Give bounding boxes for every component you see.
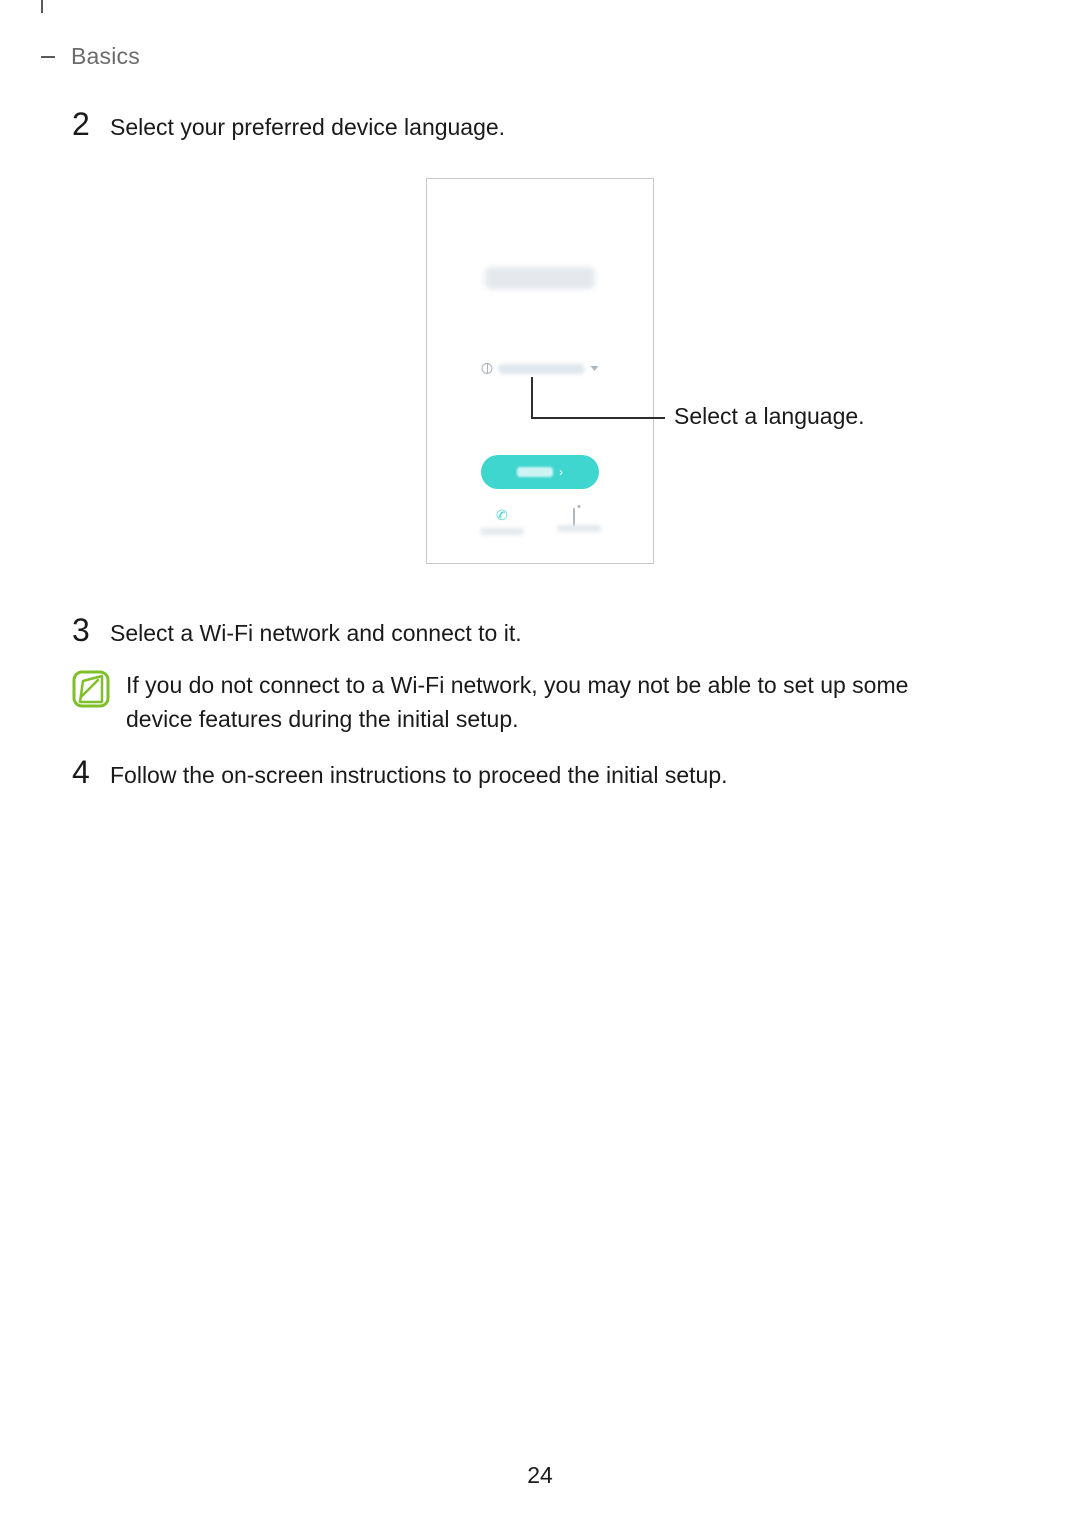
tick-side bbox=[41, 56, 55, 58]
phone-icon: ✆ bbox=[494, 507, 508, 523]
step-text: Select a Wi-Fi network and connect to it… bbox=[110, 614, 522, 650]
callout-line-horizontal bbox=[531, 417, 647, 419]
accessibility-icon bbox=[573, 508, 584, 519]
step-4: 4 Follow the on-screen instructions to p… bbox=[72, 756, 1008, 792]
accessibility-label-blur bbox=[557, 525, 601, 532]
callout-text: Select a language. bbox=[674, 403, 865, 430]
note-icon bbox=[72, 668, 114, 708]
page: Basics 2 Select your preferred device la… bbox=[0, 0, 1080, 1527]
step-text: Follow the on-screen instructions to pro… bbox=[110, 756, 728, 792]
step-number: 3 bbox=[72, 614, 110, 646]
note-text: If you do not connect to a Wi-Fi network… bbox=[114, 668, 946, 736]
emergency-call-shortcut[interactable]: ✆ bbox=[480, 508, 524, 535]
step-2: 2 Select your preferred device language. bbox=[72, 108, 1008, 144]
section-title: Basics bbox=[71, 43, 140, 70]
note: If you do not connect to a Wi-Fi network… bbox=[72, 668, 1008, 736]
emergency-label-blur bbox=[480, 528, 524, 535]
step-number: 2 bbox=[72, 108, 110, 140]
start-button[interactable]: › bbox=[481, 455, 599, 489]
step-3: 3 Select a Wi-Fi network and connect to … bbox=[72, 614, 1008, 650]
globe-icon bbox=[482, 363, 493, 374]
device-screen-mock: › ✆ bbox=[426, 178, 654, 564]
step-text: Select your preferred device language. bbox=[110, 108, 505, 144]
bottom-shortcut-row: ✆ bbox=[427, 508, 653, 535]
accessibility-shortcut[interactable] bbox=[557, 508, 601, 535]
language-label-blur bbox=[499, 364, 585, 374]
welcome-text-blur bbox=[485, 267, 595, 289]
callout-line-vertical bbox=[531, 377, 533, 417]
chevron-down-icon bbox=[591, 366, 599, 371]
callout-line-dash bbox=[647, 417, 665, 419]
step-number: 4 bbox=[72, 756, 110, 788]
content: 2 Select your preferred device language.… bbox=[72, 108, 1008, 792]
page-number: 24 bbox=[0, 1462, 1080, 1489]
language-selector[interactable] bbox=[482, 363, 599, 374]
start-button-label-blur bbox=[517, 467, 553, 477]
device-figure: › ✆ Select a language. bbox=[72, 178, 1008, 578]
chevron-right-icon: › bbox=[559, 466, 563, 478]
header-mark-group: Basics bbox=[41, 0, 140, 70]
tick-top bbox=[41, 0, 43, 13]
